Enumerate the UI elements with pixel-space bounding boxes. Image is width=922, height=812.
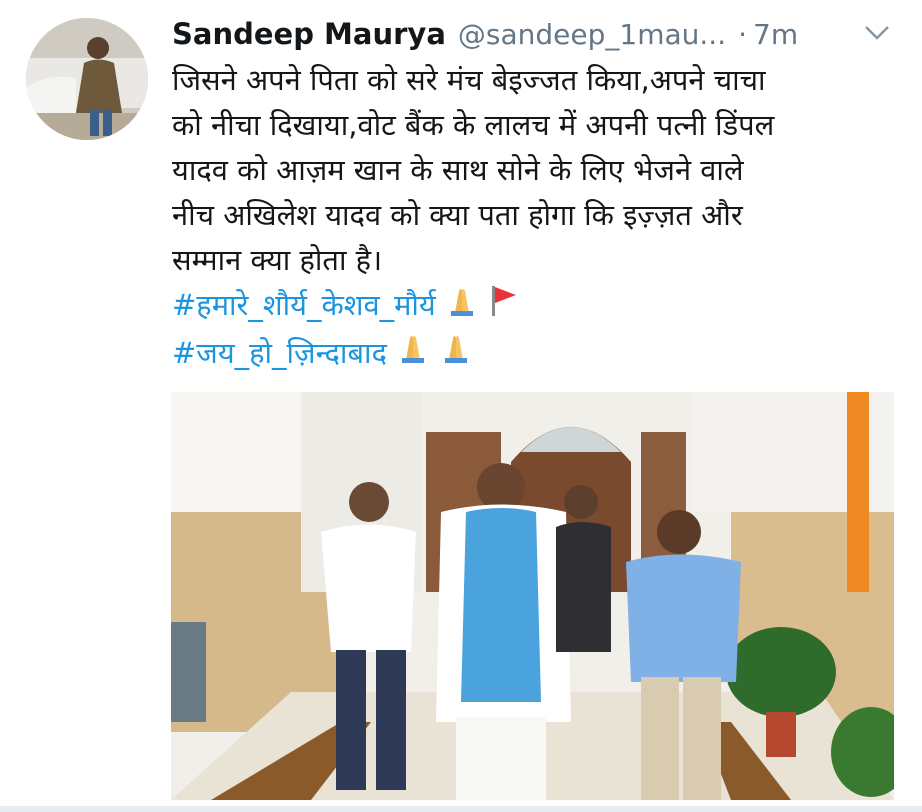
tweet-text-line: यादव को आज़म खान के साथ सोने के लिए भेजन… <box>172 153 744 187</box>
folded-hands-icon <box>439 332 473 377</box>
tweet-text-line: सम्मान क्या होता है। <box>172 243 383 277</box>
tweet-header: Sandeep Maurya @sandeep_1mau... · 7m <box>172 14 902 54</box>
hashtag-link[interactable]: #जय_हो_ज़िन्दाबाद <box>172 336 387 370</box>
tweet-text-line: नीच अखिलेश यादव को क्या पता होगा कि इज़्… <box>172 198 743 232</box>
hashtag-link[interactable]: #हमारे_शौर्य_केशव_मौर्य <box>172 288 436 322</box>
divider <box>0 806 922 812</box>
tweet-text-line: जिसने अपने पिता को सरे मंच बेइज्जत किया,… <box>172 63 766 97</box>
folded-hands-icon <box>396 332 430 377</box>
chevron-down-icon[interactable] <box>862 22 892 44</box>
tweet-card: Sandeep Maurya @sandeep_1mau... · 7m जिस… <box>0 0 922 812</box>
author-handle[interactable]: @sandeep_1mau... <box>458 18 726 51</box>
tweet-text: जिसने अपने पिता को सरे मंच बेइज्जत किया,… <box>172 58 912 377</box>
tweet-photo[interactable] <box>171 392 894 800</box>
timestamp[interactable]: 7m <box>753 18 798 51</box>
hashtag-line: #जय_हो_ज़िन्दाबाद <box>172 331 912 378</box>
separator-dot: · <box>738 17 747 51</box>
hashtag-line: #हमारे_शौर्य_केशव_मौर्य <box>172 283 912 331</box>
flag-icon <box>488 284 518 331</box>
author-name[interactable]: Sandeep Maurya <box>172 17 446 51</box>
avatar[interactable] <box>26 18 148 140</box>
folded-hands-icon <box>445 285 479 330</box>
tweet-text-line: को नीचा दिखाया,वोट बैंक के लालच में अपनी… <box>172 108 775 142</box>
